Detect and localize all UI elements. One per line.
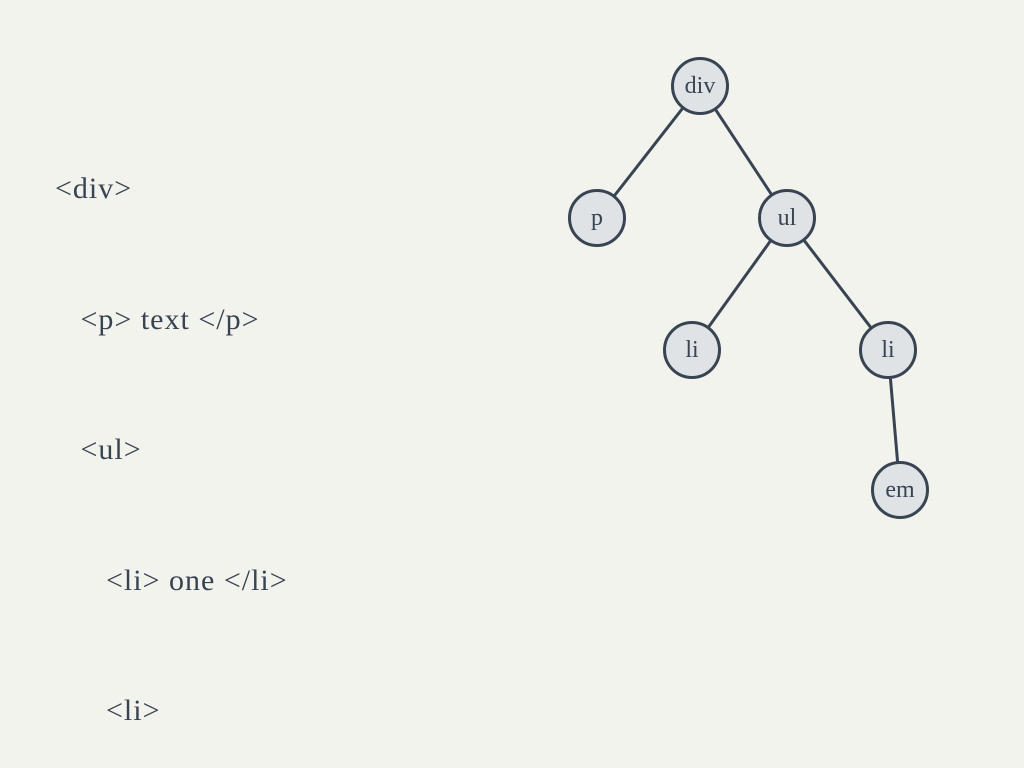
node-label: p [591, 205, 603, 232]
tree-node-em: em [871, 461, 929, 519]
diagram-canvas: <div> <p> text </p> <ul> <li> one </li> … [0, 0, 1024, 768]
node-label: div [685, 73, 716, 100]
tree-node-li2: li [859, 321, 917, 379]
node-label: em [885, 477, 914, 504]
node-label: li [881, 337, 894, 364]
tree-node-li1: li [663, 321, 721, 379]
tree-node-ul: ul [758, 189, 816, 247]
node-label: ul [778, 205, 797, 232]
code-line: <ul> [55, 428, 346, 472]
tree-node-p: p [568, 189, 626, 247]
tree-node-div: div [671, 57, 729, 115]
code-line: <p> text </p> [55, 298, 346, 342]
html-code-block: <div> <p> text </p> <ul> <li> one </li> … [55, 80, 346, 768]
code-line: <li> one </li> [55, 559, 346, 603]
code-line: <li> [55, 689, 346, 733]
code-line: <div> [55, 167, 346, 211]
node-label: li [685, 337, 698, 364]
